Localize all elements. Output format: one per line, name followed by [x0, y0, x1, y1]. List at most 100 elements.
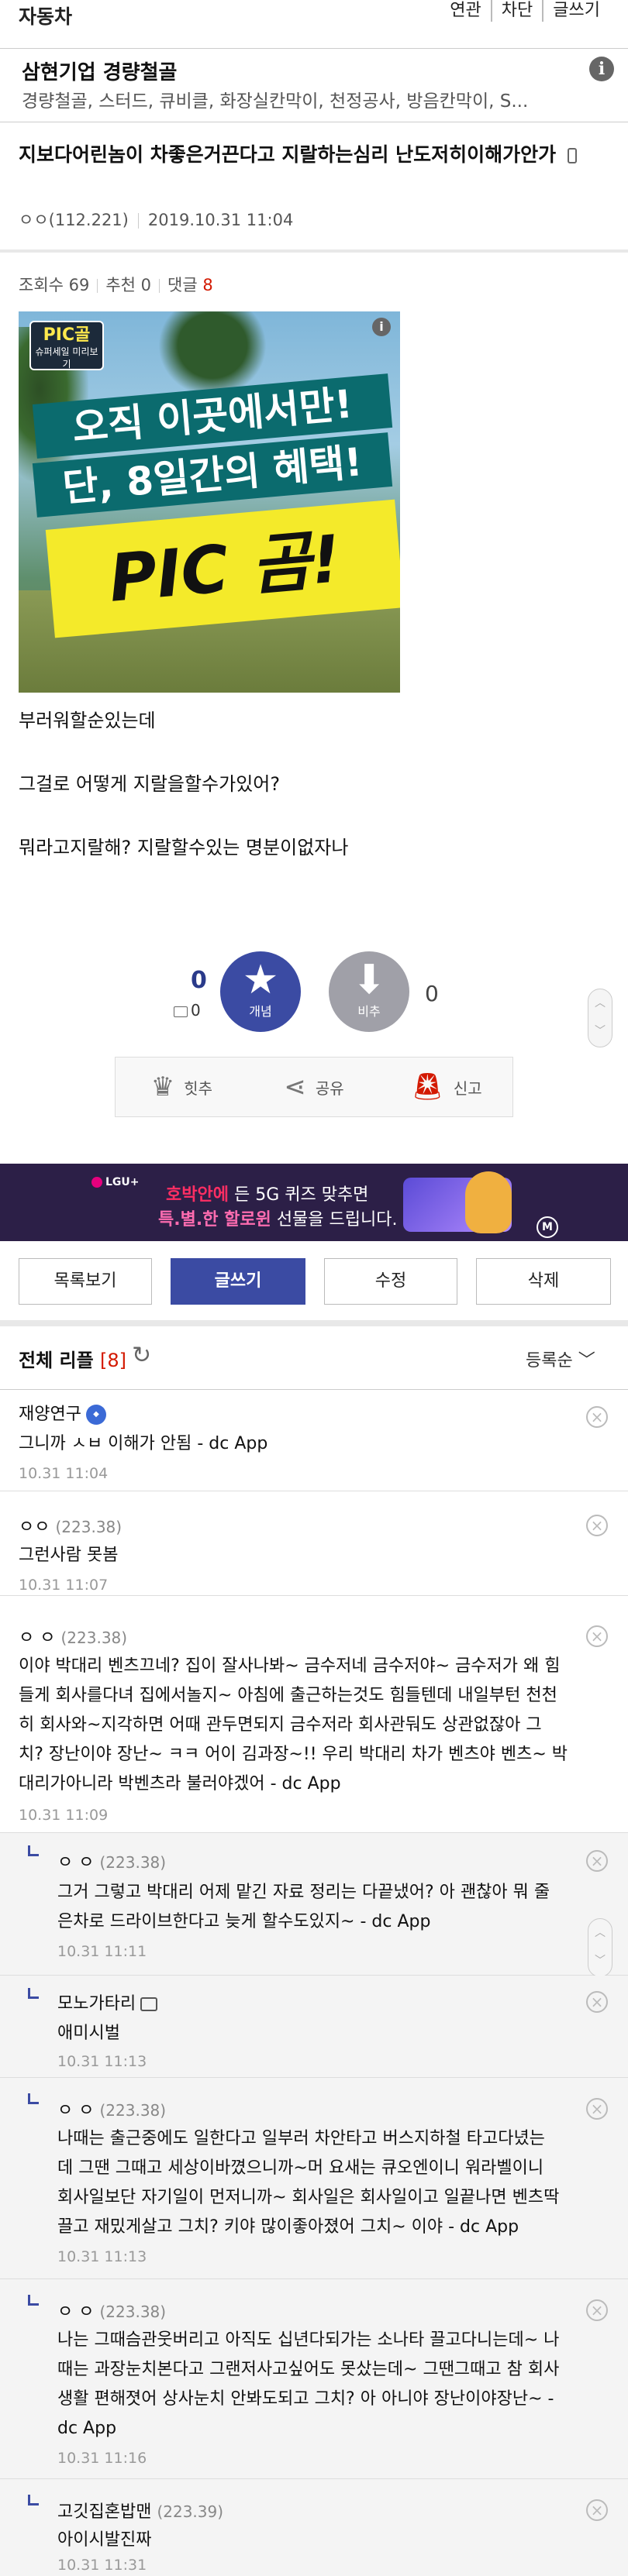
comment-nick[interactable]: ㅇ ㅇ (223.38): [57, 2096, 166, 2121]
chevron-down-icon[interactable]: ﹀: [588, 1947, 612, 1975]
comments-title: 전체 리플 [8]: [19, 1345, 126, 1372]
comment-nick[interactable]: ㅇ ㅇ (223.38): [19, 1624, 127, 1649]
comment-item: ㅇㅇ (223.38) 그런사람 못봄 10.31 11:07 ×: [0, 1491, 628, 1596]
comment-nick[interactable]: 재양연구 ◆: [19, 1400, 106, 1425]
comment-time: 10.31 11:16: [57, 2450, 147, 2467]
chevron-down-icon[interactable]: ﹀: [588, 1017, 612, 1045]
comment-text: 들게 회사를다녀 집에서놀지~ 아침에 출근하는것도 힘들텐데 내일부턴 천천: [19, 1686, 557, 1705]
write-link[interactable]: 글쓰기: [542, 0, 609, 22]
banner-ad[interactable]: LGU+ 호박안에 든 5G 퀴즈 맞추면 특.별.한 할로윈 선물을 드립니다…: [0, 1164, 628, 1241]
fixed-recommend: 0: [174, 1001, 201, 1020]
delete-comment-icon[interactable]: ×: [586, 2499, 608, 2521]
comment-nick[interactable]: ㅇㅇ (223.38): [19, 1513, 122, 1538]
post-body-line: 부러워할순있는데: [19, 710, 156, 731]
comment-nick-text: 고깃집혼밥맨: [57, 2502, 152, 2522]
comment-nick[interactable]: ㅇ ㅇ (223.38): [57, 2298, 166, 2323]
downvote-button[interactable]: ⬇ 비추: [329, 951, 409, 1032]
comment-time: 10.31 11:09: [19, 1807, 109, 1824]
siren-icon: 🚨︎: [410, 1071, 444, 1102]
share-button[interactable]: ⋖ 공유: [248, 1058, 381, 1116]
comment-text: 데 그땐 그때고 세상이바꼈으니까~머 요새는 큐오엔이니 워라벨이니: [57, 2158, 544, 2178]
comment-text: 아이시발진짜: [57, 2530, 152, 2550]
sort-dropdown[interactable]: 등록순 ﹀: [526, 1346, 595, 1371]
palm-leaves: [158, 311, 267, 397]
info-icon[interactable]: i: [589, 57, 614, 81]
reply-arrow-icon: [28, 1988, 39, 1999]
ad-title[interactable]: 삼현기업 경량철골: [22, 57, 177, 85]
fixed-recommend-count: 0: [191, 1001, 201, 1020]
action-bar: ♛ 힛추 ⋖ 공유 🚨︎ 신고: [115, 1057, 513, 1117]
chevron-up-icon[interactable]: ︿: [588, 1919, 612, 1947]
comment-ip: (223.38): [99, 1853, 167, 1872]
block-link[interactable]: 차단: [490, 0, 542, 22]
list-button[interactable]: 목록보기: [19, 1258, 152, 1305]
fixed-recommend-icon: [174, 1006, 188, 1017]
promo-image-ad[interactable]: PIC골 슈퍼세일 미리보기 i 오직 이곳에서만! 단, 8일간의 혜택! P…: [19, 311, 400, 693]
comment-item: ㅇ ㅇ (223.38) 이야 박대리 벤츠끄네? 집이 잘사나봐~ 금수저네 …: [0, 1596, 628, 1833]
post-date: 2019.10.31 11:04: [147, 211, 294, 229]
scroll-control[interactable]: ︿ ﹀: [588, 989, 612, 1047]
comment-nick[interactable]: 고깃집혼밥맨 (223.39): [57, 2498, 223, 2523]
comment-text: 그니까 ㅅㅂ 이해가 안됨 - dc App: [19, 1434, 268, 1453]
delete-comment-icon[interactable]: ×: [586, 1991, 608, 2013]
delete-comment-icon[interactable]: ×: [586, 2299, 608, 2321]
delete-comment-icon[interactable]: ×: [586, 1850, 608, 1872]
recommend-button[interactable]: ★ 개념: [220, 951, 301, 1032]
brand-dot-icon: [91, 1177, 102, 1188]
crown-icon: ♛: [150, 1071, 175, 1102]
promo-info-icon[interactable]: i: [372, 318, 391, 336]
comment-nick-text: 모노가타리: [57, 1994, 136, 2014]
comment-nick[interactable]: ㅇ ㅇ (223.38): [57, 1849, 166, 1873]
comment-text: 그런사람 못봄: [19, 1546, 119, 1565]
comment-text: dc App: [57, 2419, 117, 2438]
mascot-illustration: [465, 1171, 512, 1233]
reply-arrow-icon: [28, 2295, 39, 2306]
top-bar: 자동차 연관 차단 글쓰기: [0, 0, 628, 31]
comment-nick[interactable]: 모노가타리: [57, 1990, 158, 2014]
write-button[interactable]: 글쓰기: [171, 1258, 305, 1305]
chevron-down-icon: ﹀: [578, 1351, 595, 1371]
comment-text: 애미시벌: [57, 2024, 120, 2043]
delete-comment-icon[interactable]: ×: [586, 1625, 608, 1647]
comment-text: 때는 과장눈치본다고 그랜저사고싶어도 못샀는데~ 그땐그때고 참 회사: [57, 2360, 560, 2379]
delete-comment-icon[interactable]: ×: [586, 2098, 608, 2120]
banner-line1-rest: 든 5G 퀴즈 맞추면: [228, 1185, 369, 1205]
comment-nick-text: ㅇ ㅇ: [19, 1628, 56, 1648]
header-links: 연관 차단 글쓰기: [440, 0, 609, 22]
banner-line2-rest: 선물을 드립니다.: [271, 1210, 398, 1230]
report-button[interactable]: 🚨︎ 신고: [380, 1058, 512, 1116]
delete-comment-icon[interactable]: ×: [586, 1515, 608, 1536]
post-title: 지보다어린놈이 차좋은거끈다고 지랄하는심리 난도저히이해가안가: [19, 139, 616, 170]
delete-comment-icon[interactable]: ×: [586, 1406, 608, 1428]
comments-header: 전체 리플 [8] ↻ 등록순 ﹀: [0, 1326, 628, 1390]
recommend-count: 추천 0: [105, 276, 152, 294]
gallery-title[interactable]: 자동차: [19, 2, 72, 29]
comment-text: 나때는 출근중에도 일한다고 일부러 차안타고 버스지하철 타고다녔는: [57, 2129, 545, 2148]
comment-text: 끌고 재밌게살고 그치? 키야 많이좋아졌어 그치~ 이야 - dc App: [57, 2217, 519, 2237]
comments-title-text: 전체 리플: [19, 1350, 94, 1371]
comment-text: 은차로 드라이브한다고 늦게 할수도있지~ - dc App: [57, 1912, 431, 1931]
text-ad[interactable]: 삼현기업 경량철골 경량철골, 스터드, 큐비클, 화장실칸막이, 천정공사, …: [0, 48, 628, 122]
comment-ip: (223.38): [55, 1518, 122, 1536]
promo-badge: PIC골 슈퍼세일 미리보기: [29, 321, 104, 370]
post-author[interactable]: ㅇㅇ(112.221): [19, 211, 129, 229]
promo-badge-top: PIC골: [43, 325, 91, 345]
comment-time: 10.31 11:13: [57, 2248, 147, 2265]
star-icon: ★: [242, 957, 279, 1003]
banner-pink: 특.별.한 할로윈: [158, 1210, 271, 1230]
scroll-control[interactable]: ︿ ﹀: [588, 1918, 612, 1977]
edit-button[interactable]: 수정: [324, 1258, 457, 1305]
report-label: 신고: [453, 1078, 482, 1098]
comments-total: [8]: [100, 1350, 127, 1371]
related-link[interactable]: 연관: [440, 0, 490, 22]
comment-time: 10.31 11:07: [19, 1577, 109, 1594]
comment-text: 이야 박대리 벤츠끄네? 집이 잘사나봐~ 금수저네 금수저야~ 금수저가 왜 …: [19, 1656, 561, 1676]
post-stats: 조회수 69 추천 0 댓글 8: [19, 273, 213, 296]
hit-button[interactable]: ♛ 힛추: [116, 1058, 248, 1116]
delete-button[interactable]: 삭제: [476, 1258, 611, 1305]
refresh-icon[interactable]: ↻: [132, 1342, 151, 1369]
comment-time: 10.31 11:11: [57, 1943, 147, 1960]
downvote-label: 비추: [357, 1004, 381, 1019]
chevron-up-icon[interactable]: ︿: [588, 989, 612, 1017]
reply-arrow-icon: [28, 2495, 39, 2505]
